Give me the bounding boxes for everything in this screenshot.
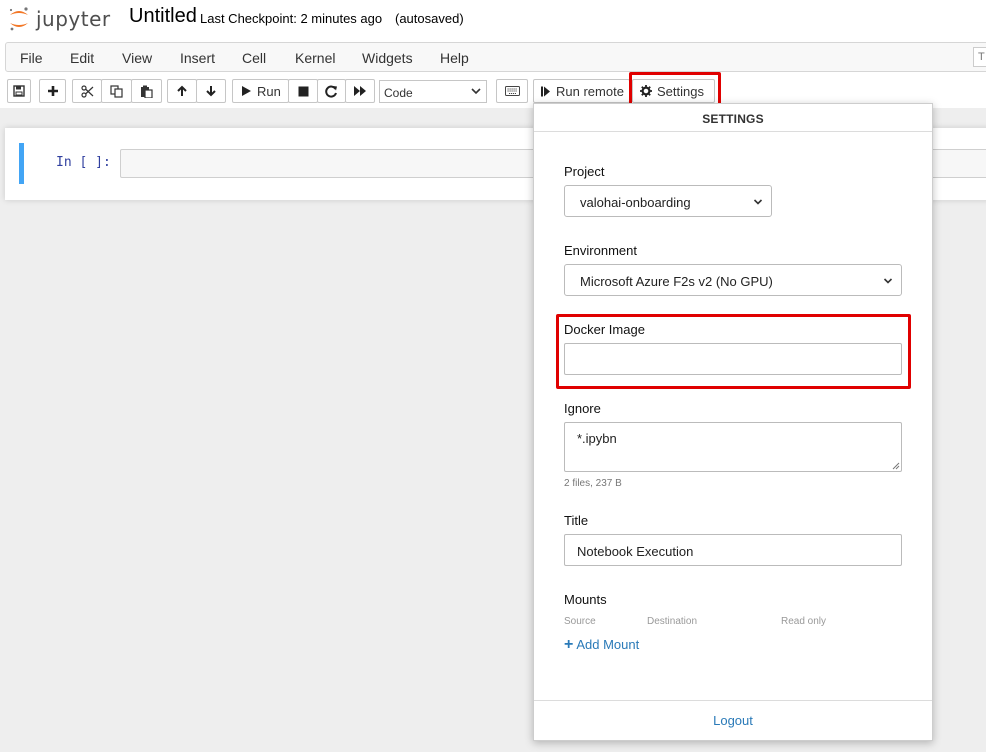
ignore-label: Ignore <box>564 401 601 416</box>
docker-image-label: Docker Image <box>564 322 645 337</box>
title-label: Title <box>564 513 589 528</box>
autosave-status: (autosaved) <box>395 11 464 26</box>
fast-forward-icon <box>354 86 366 96</box>
move-down-button[interactable] <box>196 79 226 103</box>
input-prompt: In [ ]: <box>56 155 111 170</box>
command-palette-button[interactable] <box>496 79 528 103</box>
checkpoint-status: Last Checkpoint: 2 minutes ago <box>200 11 383 26</box>
play-icon <box>242 86 251 96</box>
menu-edit[interactable]: Edit <box>70 50 94 66</box>
environment-select[interactable]: Microsoft Azure F2s v2 (No GPU) <box>564 264 902 296</box>
add-mount-link[interactable]: + Add Mount <box>564 636 640 653</box>
ignore-textarea[interactable]: *.ipybn <box>564 422 902 472</box>
cut-button[interactable] <box>72 79 102 103</box>
run-button[interactable]: Run <box>232 79 289 103</box>
jupyter-logo[interactable]: jupyter <box>8 6 111 32</box>
plus-icon <box>47 86 58 96</box>
cell-type-select[interactable]: Code <box>379 80 487 103</box>
settings-panel-title: SETTINGS <box>534 104 932 132</box>
chevron-down-icon <box>883 278 893 284</box>
ignore-value: *.ipybn <box>577 431 617 446</box>
mount-column-read-only: Read only <box>781 616 827 627</box>
title-input[interactable]: Notebook Execution <box>564 534 902 566</box>
menubar: File Edit View Insert Cell Kernel Widget… <box>5 42 986 72</box>
mount-column-destination: Destination <box>647 616 698 627</box>
add-mount-label: Add Mount <box>576 637 640 652</box>
project-label: Project <box>564 164 605 179</box>
chevron-down-icon <box>753 199 763 205</box>
resize-grip-icon[interactable] <box>892 462 900 470</box>
notebook-name[interactable]: Untitled <box>129 5 197 28</box>
trusted-badge[interactable]: T <box>973 47 986 67</box>
menu-view[interactable]: View <box>122 50 152 66</box>
plus-icon: + <box>564 636 574 653</box>
run-all-button[interactable] <box>345 79 375 103</box>
run-remote-label: Run remote <box>556 83 624 99</box>
step-forward-icon <box>541 86 550 96</box>
menu-kernel[interactable]: Kernel <box>295 50 335 66</box>
save-button[interactable] <box>7 79 31 103</box>
environment-label: Environment <box>564 243 637 258</box>
settings-panel-footer: Logout <box>534 700 932 740</box>
ignore-file-count: 2 files, 237 B <box>564 478 622 489</box>
restart-icon <box>325 85 337 97</box>
save-icon <box>13 85 25 97</box>
mount-column-source: Source <box>564 616 596 627</box>
settings-label: Settings <box>657 83 704 99</box>
stop-icon <box>298 86 308 96</box>
move-up-button[interactable] <box>167 79 197 103</box>
docker-image-input[interactable] <box>564 343 902 375</box>
notebook-header: jupyter Untitled Last Checkpoint: 2 minu… <box>0 0 986 108</box>
settings-panel: SETTINGS Project valohai-onboarding Envi… <box>533 103 933 741</box>
interrupt-button[interactable] <box>288 79 318 103</box>
menu-help[interactable]: Help <box>440 50 469 66</box>
run-remote-button[interactable]: Run remote <box>533 79 630 103</box>
environment-value: Microsoft Azure F2s v2 (No GPU) <box>580 274 773 289</box>
menu-file[interactable]: File <box>20 50 43 66</box>
project-select[interactable]: valohai-onboarding <box>564 185 772 217</box>
run-label: Run <box>257 83 281 99</box>
logout-link[interactable]: Logout <box>713 713 753 728</box>
paste-button[interactable] <box>131 79 162 103</box>
restart-button[interactable] <box>317 79 346 103</box>
cell-type-value: Code <box>384 86 413 100</box>
jupyter-logo-icon <box>9 7 28 31</box>
arrow-down-icon <box>206 86 216 97</box>
menu-widgets[interactable]: Widgets <box>362 50 413 66</box>
copy-icon <box>110 84 123 98</box>
logo-text: jupyter <box>36 7 111 31</box>
scissors-icon <box>80 84 93 98</box>
gear-icon <box>640 85 652 97</box>
menu-cell[interactable]: Cell <box>242 50 266 66</box>
insert-cell-button[interactable] <box>39 79 66 103</box>
copy-button[interactable] <box>101 79 132 103</box>
arrow-up-icon <box>177 85 187 96</box>
mounts-label: Mounts <box>564 592 607 607</box>
project-value: valohai-onboarding <box>580 195 691 210</box>
menu-insert[interactable]: Insert <box>180 50 215 66</box>
settings-button[interactable]: Settings <box>632 79 715 103</box>
keyboard-icon <box>504 86 520 96</box>
paste-icon <box>141 85 153 98</box>
chevron-down-icon <box>471 88 481 95</box>
